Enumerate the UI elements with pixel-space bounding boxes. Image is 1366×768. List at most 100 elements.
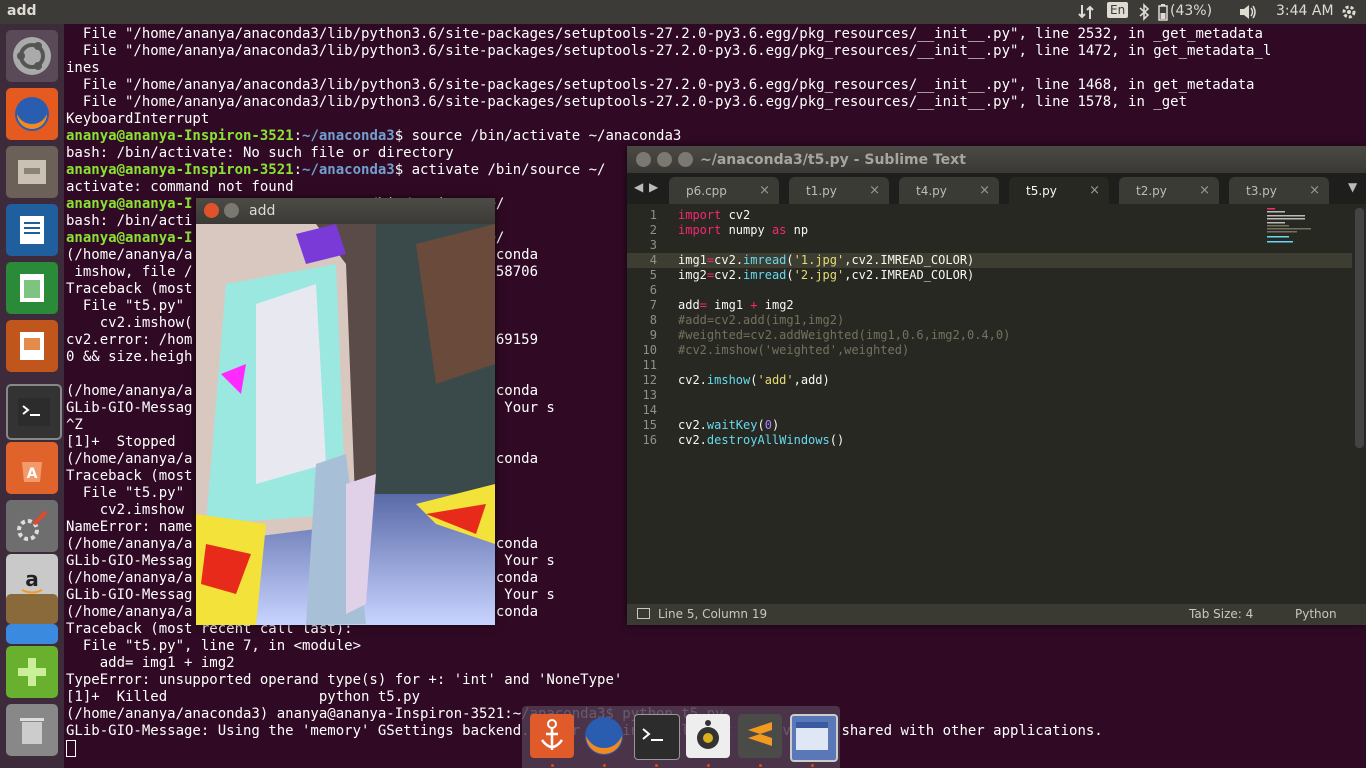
files-icon[interactable] bbox=[6, 146, 58, 198]
terminal-line: activate: command not found bbox=[66, 179, 294, 195]
running-indicator bbox=[603, 764, 606, 767]
close-icon[interactable] bbox=[636, 152, 651, 167]
code-line-2: import numpy as np bbox=[678, 223, 809, 237]
running-indicator bbox=[707, 764, 710, 767]
firefox-icon[interactable] bbox=[582, 714, 626, 758]
active-app-title: add bbox=[7, 3, 37, 19]
svg-text:a: a bbox=[25, 567, 39, 591]
line-number: 15 bbox=[642, 418, 657, 432]
tab-t3-py[interactable]: t3.py × bbox=[1229, 177, 1329, 204]
line-number: 8 bbox=[649, 313, 657, 327]
terminal-line: File "t5.py", line 7, in <module> bbox=[66, 638, 362, 654]
tab-close-icon[interactable]: × bbox=[1309, 183, 1320, 198]
battery-percentage: (43%) bbox=[1170, 3, 1213, 19]
terminal-line: bash: /bin/activate: No such file or dir… bbox=[66, 145, 454, 161]
tab-t4-py[interactable]: t4.py × bbox=[899, 177, 999, 204]
terminal-line: cv2.imshow( bbox=[66, 315, 193, 331]
terminal-line: TypeError: unsupported operand type(s) f… bbox=[66, 672, 623, 688]
window-icon[interactable] bbox=[790, 714, 838, 762]
tab-next-icon[interactable]: ▶ bbox=[649, 180, 658, 194]
terminal-icon[interactable] bbox=[6, 384, 62, 440]
line-number: 10 bbox=[642, 343, 657, 357]
line-number: 14 bbox=[642, 403, 657, 417]
code-line-9: #weighted=cv2.addWeighted(img1,0.6,img2,… bbox=[678, 328, 1011, 342]
tab-close-icon[interactable]: × bbox=[1199, 183, 1210, 198]
network-icon[interactable] bbox=[1077, 3, 1095, 21]
terminal-line: Traceback (most bbox=[66, 468, 193, 484]
tab-close-icon[interactable]: × bbox=[979, 183, 990, 198]
terminal-line: File "t5.py" bbox=[66, 485, 185, 501]
code-line-4: img1=cv2.imread('1.jpg',cv2.IMREAD_COLOR… bbox=[678, 253, 975, 267]
minimize-icon[interactable] bbox=[224, 203, 239, 218]
bluetooth-icon[interactable] bbox=[1138, 3, 1150, 21]
minimize-icon[interactable] bbox=[657, 152, 672, 167]
terminal-line: File "t5.py" bbox=[66, 298, 185, 314]
terminal-line: ines bbox=[66, 60, 100, 76]
code-line-10: #cv2.imshow('weighted',weighted) bbox=[678, 343, 910, 357]
running-indicator bbox=[811, 764, 814, 767]
tab-menu-icon[interactable]: ▼ bbox=[1348, 180, 1357, 194]
close-icon[interactable] bbox=[204, 203, 219, 218]
tab-t1-py[interactable]: t1.py × bbox=[789, 177, 889, 204]
writer-icon[interactable] bbox=[6, 204, 58, 256]
svg-text:A: A bbox=[27, 466, 38, 482]
vertical-scrollbar[interactable] bbox=[1355, 208, 1364, 448]
impress-icon[interactable] bbox=[6, 320, 58, 372]
trash-icon[interactable] bbox=[6, 704, 58, 756]
line-number: 16 bbox=[642, 433, 657, 447]
add-icon[interactable] bbox=[6, 646, 58, 698]
tab-size-selector[interactable]: Tab Size: 4 bbox=[1189, 607, 1253, 621]
stack-icon[interactable] bbox=[6, 594, 58, 624]
minimap[interactable] bbox=[1267, 208, 1319, 244]
terminal-line: File "/home/ananya/anaconda3/lib/python3… bbox=[66, 94, 1188, 110]
terminal-line: Traceback (most bbox=[66, 281, 193, 297]
keyboard-layout-indicator[interactable]: En bbox=[1107, 2, 1129, 18]
terminal-icon[interactable] bbox=[634, 714, 680, 760]
running-indicator bbox=[759, 764, 762, 767]
firefox-icon[interactable] bbox=[6, 88, 58, 140]
syntax-selector[interactable]: Python bbox=[1295, 607, 1337, 621]
tab-t2-py[interactable]: t2.py × bbox=[1119, 177, 1219, 204]
tab-p6-cpp[interactable]: p6.cpp × bbox=[669, 177, 779, 204]
cursor-position: Line 5, Column 19 bbox=[658, 607, 768, 621]
tab-t5-py[interactable]: t5.py × bbox=[1009, 177, 1109, 204]
code-line-16: cv2.destroyAllWindows() bbox=[678, 433, 845, 447]
gear-icon[interactable] bbox=[1340, 3, 1358, 21]
terminal-cursor bbox=[66, 740, 76, 757]
line-number: 7 bbox=[649, 298, 657, 312]
ubuntu-dash-icon[interactable] bbox=[6, 30, 58, 82]
line-number: 2 bbox=[649, 223, 657, 237]
panel-toggle-icon[interactable] bbox=[637, 608, 650, 619]
calc-icon[interactable] bbox=[6, 262, 58, 314]
tab-prev-icon[interactable]: ◀ bbox=[634, 180, 643, 194]
image-display bbox=[196, 224, 495, 625]
clock[interactable]: 3:44 AM bbox=[1276, 3, 1334, 19]
maximize-icon[interactable] bbox=[678, 152, 693, 167]
sublime-titlebar[interactable]: ~/anaconda3/t5.py - Sublime Text bbox=[627, 146, 1366, 173]
line-number: 9 bbox=[649, 328, 657, 342]
chrome-icon[interactable] bbox=[6, 624, 58, 644]
sublime-text-icon[interactable] bbox=[738, 714, 782, 758]
launcher: A a bbox=[0, 24, 64, 768]
code-editor[interactable]: 1 2 3 4 5 6 7 8 9 10 11 12 13 14 15 16 import cv2 impor… bbox=[627, 204, 1366, 604]
terminal-line: ananya@ananya-Inspiron-3521:~/anaconda3$… bbox=[66, 128, 682, 144]
tab-close-icon[interactable]: × bbox=[759, 183, 770, 198]
app-switcher-dock bbox=[522, 706, 840, 768]
tab-close-icon[interactable]: × bbox=[1089, 183, 1100, 198]
software-center-icon[interactable]: A bbox=[6, 442, 58, 494]
sublime-text-window[interactable]: ~/anaconda3/t5.py - Sublime Text ◀ ▶ p6.… bbox=[627, 146, 1366, 625]
image-window-titlebar[interactable]: add bbox=[196, 198, 495, 224]
opencv-image-window[interactable]: add bbox=[196, 198, 495, 625]
volume-icon[interactable] bbox=[1238, 3, 1258, 21]
image-window-title: add bbox=[249, 203, 276, 219]
terminal-line: bash: /bin/acti bbox=[66, 213, 193, 229]
system-settings-icon[interactable] bbox=[6, 500, 58, 552]
tab-close-icon[interactable]: × bbox=[869, 183, 880, 198]
speaker-icon[interactable] bbox=[686, 714, 730, 758]
terminal-line: 0 && size.heigh bbox=[66, 349, 193, 365]
line-number: 3 bbox=[649, 238, 657, 252]
battery-icon[interactable] bbox=[1158, 3, 1168, 21]
terminal-line: ananya@ananya-Inspiron-3521:~/anaconda3$… bbox=[66, 162, 606, 178]
terminal-line: File "/home/ananya/anaconda3/lib/python3… bbox=[66, 77, 1255, 93]
anchor-icon[interactable] bbox=[530, 714, 574, 758]
